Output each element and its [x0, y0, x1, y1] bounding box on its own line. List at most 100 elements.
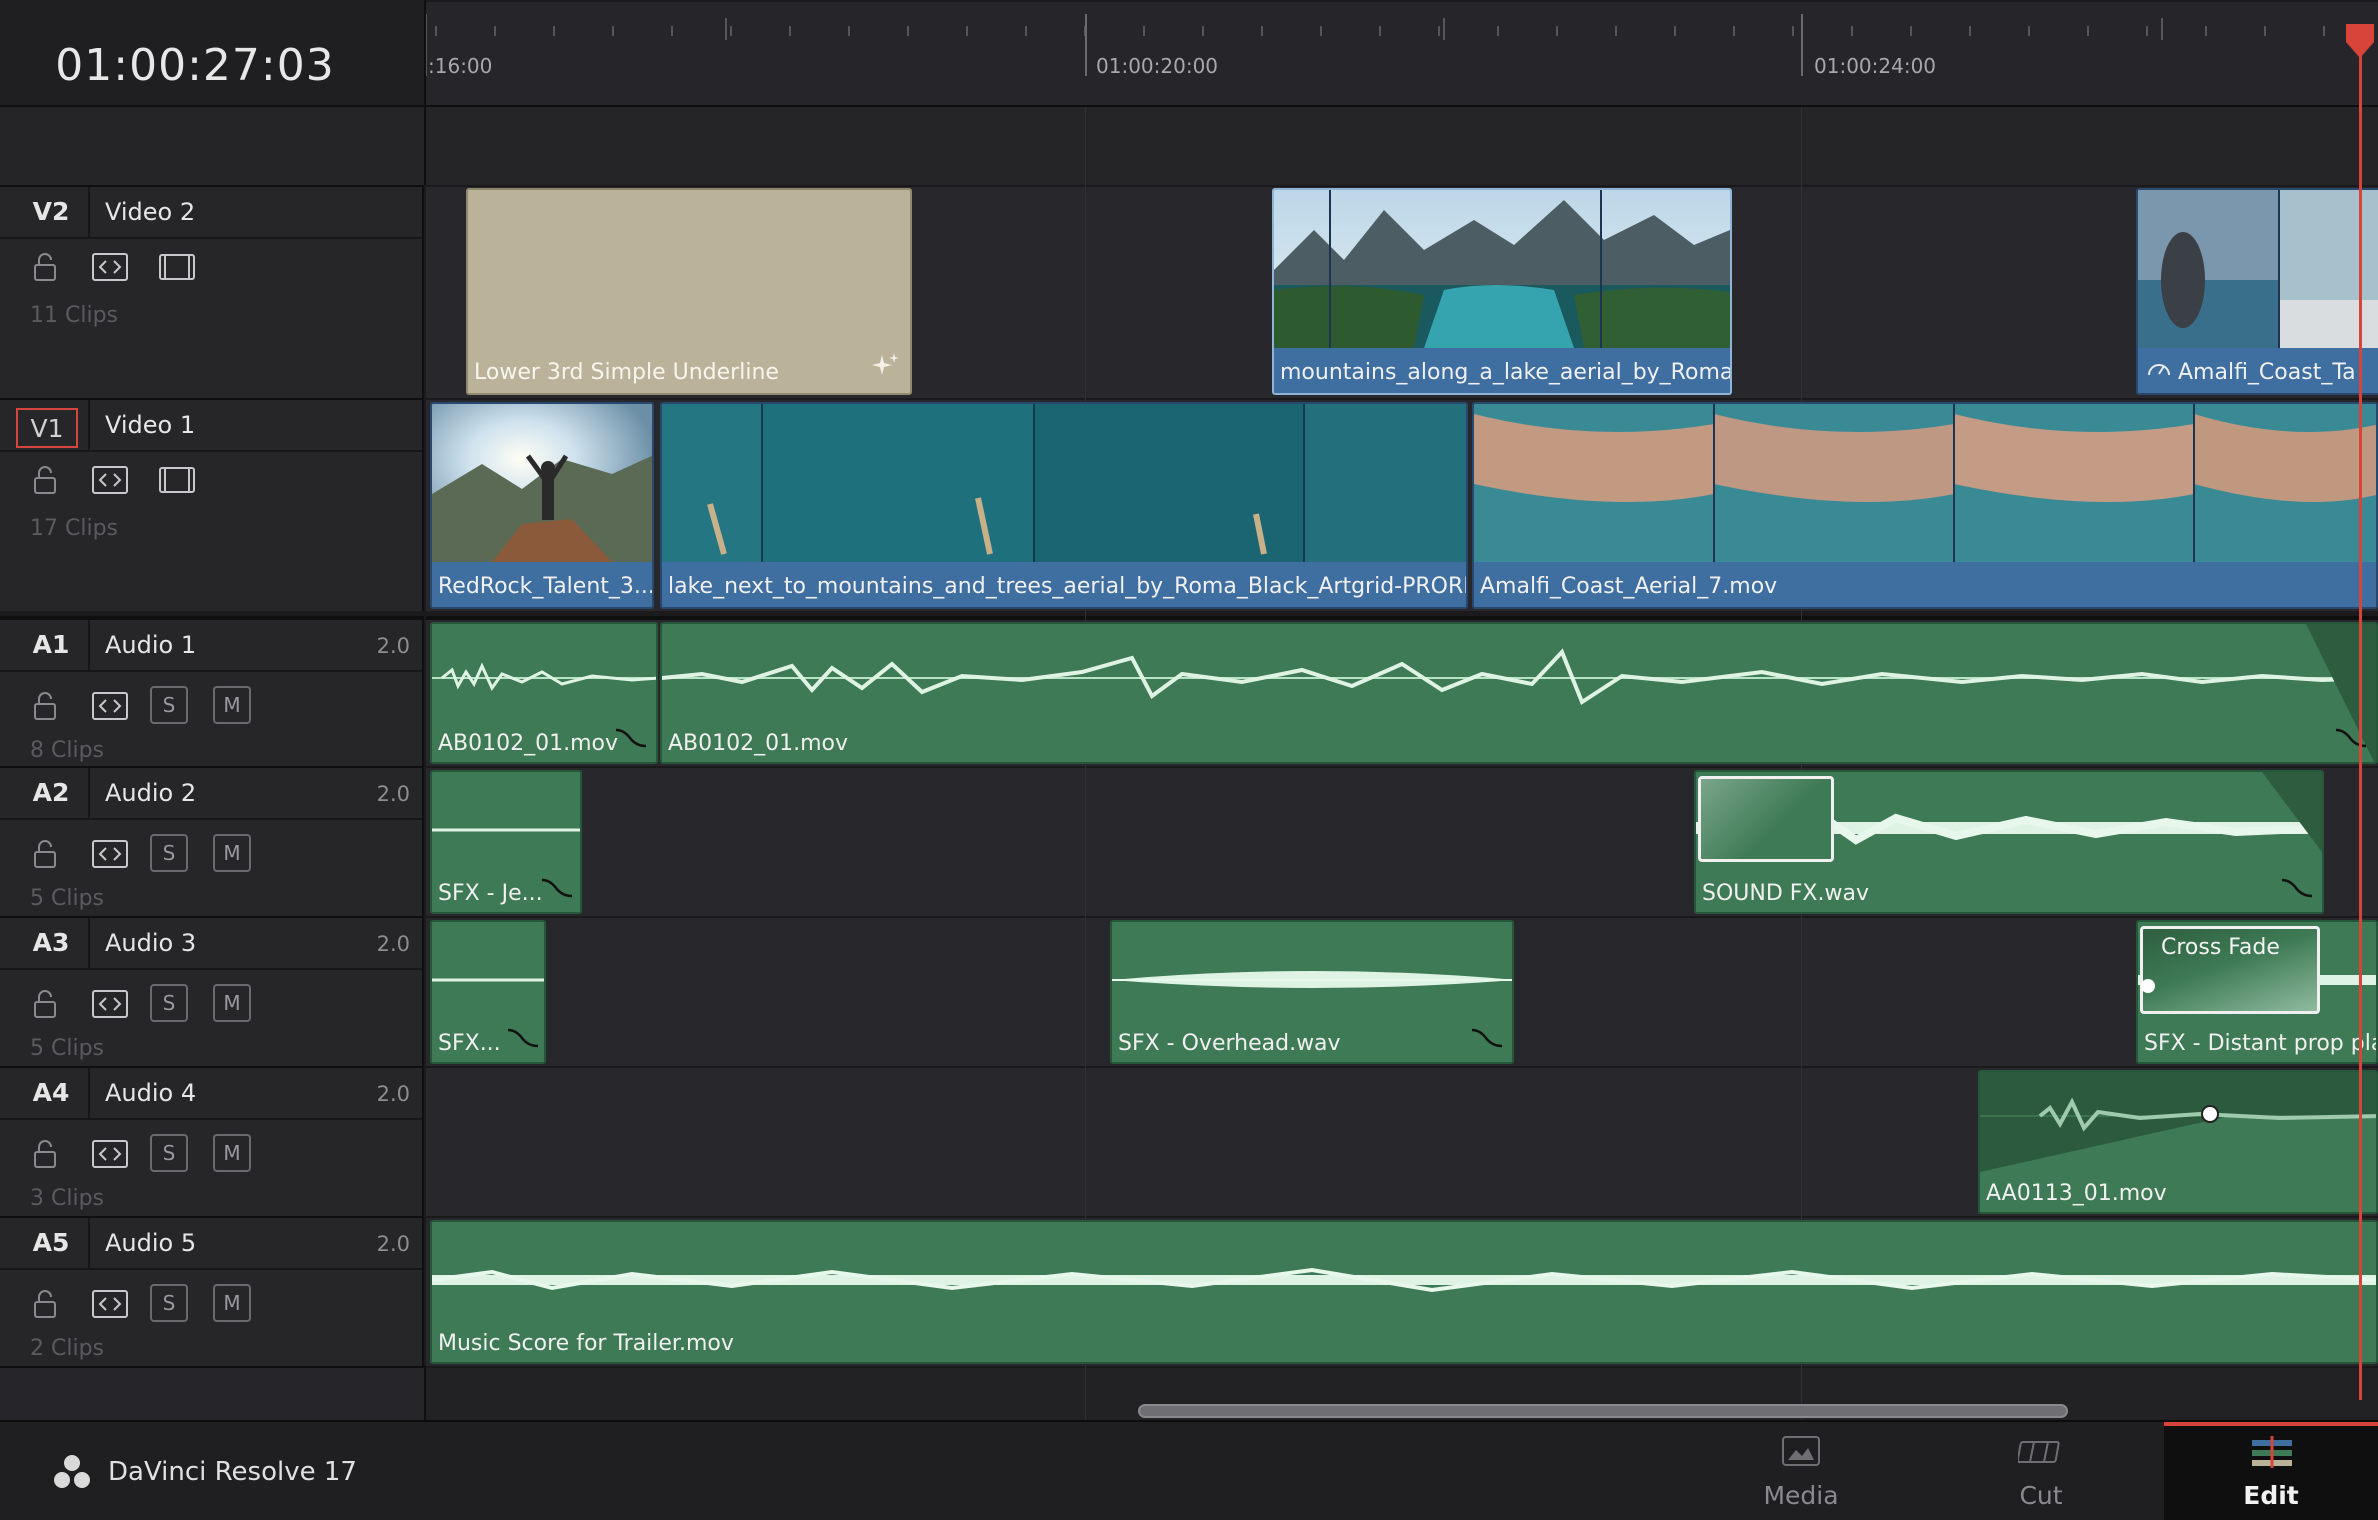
clip-redrock-talent[interactable]: RedRock_Talent_3.... — [430, 402, 654, 609]
clip-audio-sound-fx[interactable]: SOUND FX.wav — [1694, 770, 2324, 914]
clip-count: 3 Clips — [30, 1186, 105, 1211]
mute-button[interactable]: M — [213, 1134, 251, 1172]
timeline-ruler[interactable]: :16:00 01:00:20:00 01:00:24:00 — [426, 0, 2378, 107]
audio-waveform — [432, 662, 656, 691]
clip-audio-sfx-je[interactable]: SFX - Je... — [430, 770, 582, 914]
fade-curve-icon — [2280, 876, 2314, 902]
track-header-a5[interactable]: A5 Audio 5 2.0 S M 2 Clips — [0, 1216, 424, 1366]
cross-fade-transition[interactable]: Cross Fade — [2140, 926, 2320, 1014]
solo-button[interactable]: S — [150, 1134, 188, 1172]
lock-icon[interactable] — [30, 460, 60, 500]
track-header-a3[interactable]: A3 Audio 3 2.0 S M 5 Clips — [0, 916, 424, 1066]
track-name[interactable]: Audio 1 — [105, 631, 196, 659]
clip-title-lower-third[interactable]: Lower 3rd Simple Underline — [466, 188, 912, 395]
mute-button[interactable]: M — [213, 686, 251, 724]
track-name[interactable]: Video 2 — [105, 198, 195, 226]
fade-curve-icon — [1470, 1026, 1504, 1052]
transition-handle-dot[interactable] — [2141, 979, 2155, 993]
track-id[interactable]: V2 — [14, 193, 88, 231]
app-brand: DaVinci Resolve 17 — [52, 1454, 357, 1490]
mute-button[interactable]: M — [213, 1284, 251, 1322]
track-id-destination[interactable]: V1 — [16, 408, 78, 448]
clip-lake-next-to-mountains[interactable]: lake_next_to_mountains_and_trees_aerial_… — [660, 402, 1468, 609]
solo-button[interactable]: S — [150, 834, 188, 872]
track-name[interactable]: Audio 4 — [105, 1079, 196, 1107]
divider — [88, 1068, 90, 1118]
solo-button[interactable]: S — [150, 984, 188, 1022]
lock-icon[interactable] — [30, 834, 60, 874]
lock-icon[interactable] — [30, 984, 60, 1024]
transition-handle[interactable] — [1698, 776, 1834, 862]
clip-audio-sfx-overhead[interactable]: SFX - Overhead.wav — [1110, 920, 1514, 1064]
track-header-v1[interactable]: V1 Video 1 17 Clips — [0, 398, 424, 611]
track-id[interactable]: A4 — [14, 1074, 88, 1112]
track-header-a4-title-row: A4 Audio 4 2.0 — [0, 1068, 422, 1120]
disable-track-icon[interactable] — [155, 460, 199, 500]
clip-audio-ab0102-a[interactable]: AB0102_01.mov — [430, 622, 658, 764]
divider — [88, 187, 90, 237]
lock-icon[interactable] — [30, 1284, 60, 1324]
auto-select-icon[interactable] — [90, 834, 130, 874]
clip-amalfi-coast-v2[interactable]: Amalfi_Coast_Ta — [2136, 188, 2378, 395]
auto-select-icon[interactable] — [90, 460, 130, 500]
clip-amalfi-coast-aerial[interactable]: Amalfi_Coast_Aerial_7.mov — [1472, 402, 2378, 609]
clip-name: Lower 3rd Simple Underline — [474, 360, 779, 385]
active-page-indicator — [2164, 1422, 2378, 1426]
clip-audio-music-score[interactable]: Music Score for Trailer.mov — [430, 1220, 2378, 1364]
solo-button[interactable]: S — [150, 686, 188, 724]
track-id[interactable]: A2 — [14, 774, 88, 812]
horizontal-scrollbar[interactable] — [1138, 1404, 2068, 1418]
clip-name: SFX... — [438, 1031, 501, 1056]
clip-thumbnails — [662, 404, 1466, 562]
track-name[interactable]: Audio 5 — [105, 1229, 196, 1257]
auto-select-icon[interactable] — [90, 1284, 130, 1324]
page-label: Edit — [2243, 1481, 2299, 1510]
track-id[interactable]: A1 — [14, 626, 88, 664]
clip-mountains-lake[interactable]: mountains_along_a_lake_aerial_by_Roma... — [1272, 188, 1732, 395]
cut-page-icon — [2018, 1441, 2060, 1463]
auto-select-icon[interactable] — [90, 1134, 130, 1174]
playhead-handle[interactable] — [2344, 24, 2376, 64]
track-name[interactable]: Audio 3 — [105, 929, 196, 957]
auto-select-icon[interactable] — [90, 984, 130, 1024]
timecode-display[interactable]: 01:00:27:03 — [0, 40, 390, 91]
track-name[interactable]: Audio 2 — [105, 779, 196, 807]
track-id[interactable]: A3 — [14, 924, 88, 962]
mute-button[interactable]: M — [213, 834, 251, 872]
divider — [88, 768, 90, 818]
fade-curve-icon — [2334, 726, 2368, 752]
page-label: Cut — [2019, 1481, 2063, 1510]
clip-count: 17 Clips — [30, 516, 118, 541]
mute-button[interactable]: M — [213, 984, 251, 1022]
channel-format: 2.0 — [376, 782, 410, 806]
track-id[interactable]: A5 — [14, 1224, 88, 1262]
page-cut-button[interactable]: Cut — [1946, 1422, 2136, 1520]
clip-audio-sfx-distant-prop[interactable]: Cross Fade SFX - Distant prop pla — [2136, 920, 2378, 1064]
clip-name: Amalfi_Coast_Aerial_7.mov — [1480, 574, 1778, 599]
track-header-a1[interactable]: A1 Audio 1 2.0 S M 8 Clips — [0, 616, 424, 766]
solo-button[interactable]: S — [150, 1284, 188, 1322]
track-header-v2[interactable]: V2 Video 2 11 Clips — [0, 185, 424, 398]
lock-icon[interactable] — [30, 1134, 60, 1174]
clip-name: SFX - Je... — [438, 881, 543, 906]
track-name[interactable]: Video 1 — [105, 411, 195, 439]
clip-name: lake_next_to_mountains_and_trees_aerial_… — [668, 574, 1468, 599]
clip-name: AB0102_01.mov — [438, 731, 619, 756]
disable-track-icon[interactable] — [155, 247, 199, 287]
clip-audio-ab0102-b[interactable]: AB0102_01.mov — [660, 622, 2378, 764]
track-header-a4[interactable]: A4 Audio 4 2.0 S M 3 Clips — [0, 1066, 424, 1216]
track-header-v2-title-row: V2 Video 2 — [0, 187, 422, 239]
clip-audio-aa0113[interactable]: AA0113_01.mov — [1978, 1070, 2378, 1214]
clip-thumbnails — [1474, 404, 2376, 562]
page-media-button[interactable]: Media — [1706, 1422, 1896, 1520]
lock-icon[interactable] — [30, 686, 60, 726]
channel-format: 2.0 — [376, 1232, 410, 1256]
auto-select-icon[interactable] — [90, 686, 130, 726]
page-edit-button[interactable]: Edit — [2164, 1422, 2378, 1520]
track-header-a5-title-row: A5 Audio 5 2.0 — [0, 1218, 422, 1270]
playhead-line[interactable] — [2359, 28, 2362, 1400]
clip-audio-sfx[interactable]: SFX... — [430, 920, 546, 1064]
lock-icon[interactable] — [30, 247, 60, 287]
auto-select-icon[interactable] — [90, 247, 130, 287]
track-header-a2[interactable]: A2 Audio 2 2.0 S M 5 Clips — [0, 766, 424, 916]
